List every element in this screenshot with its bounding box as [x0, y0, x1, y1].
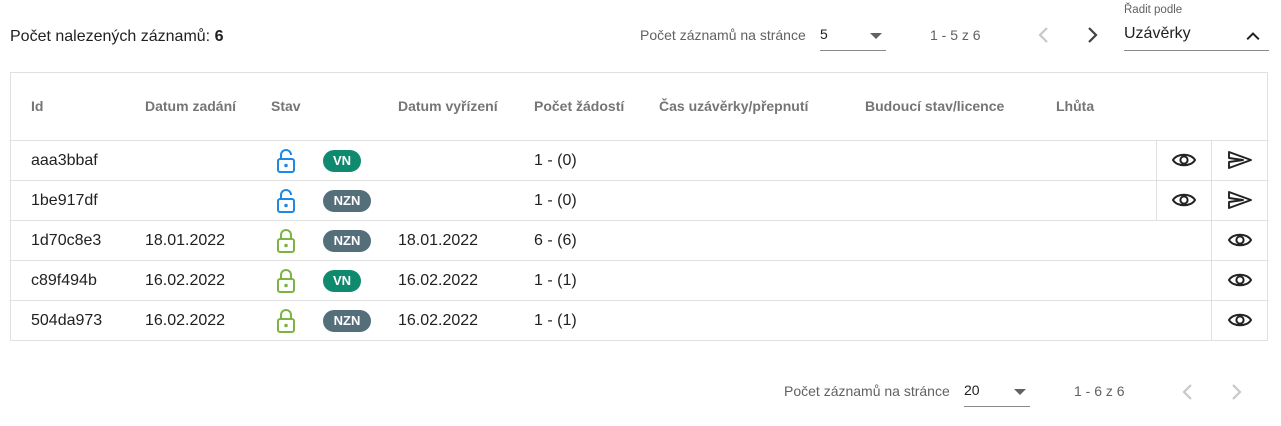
cell-pocet-zadosti: 1 - (1)	[534, 312, 577, 329]
lock-open-icon	[277, 149, 295, 173]
top-toolbar: Počet nalezených záznamů: 6 Počet záznam…	[0, 0, 1281, 72]
cell-id: c89f494b	[31, 272, 97, 289]
cell-pocet-zadosti: 1 - (0)	[534, 152, 577, 169]
table-header: Id Datum zadání Stav Datum vyřízení Poče…	[11, 73, 1267, 141]
header-budouci-stav: Budoucí stav/licence	[865, 98, 1005, 114]
eye-icon[interactable]	[1171, 149, 1197, 171]
table-row[interactable]: aaa3bbaf VN 1 - (0)	[11, 141, 1267, 181]
status-badge: VN	[323, 150, 361, 172]
column-divider	[1211, 261, 1212, 300]
header-id: Id	[31, 98, 44, 114]
per-page-select[interactable]: 5	[820, 24, 886, 51]
header-datum-zadani: Datum zadání	[145, 98, 237, 114]
cell-datum-zadani: 16.02.2022	[145, 312, 226, 329]
cell-pocet-zadosti: 6 - (6)	[534, 232, 577, 249]
column-divider	[1211, 221, 1212, 260]
eye-icon[interactable]	[1227, 229, 1253, 251]
chevron-left-icon[interactable]	[1032, 23, 1056, 47]
eye-icon[interactable]	[1171, 189, 1197, 211]
column-divider	[1211, 301, 1212, 340]
sort-value: Uzávěrky	[1124, 25, 1191, 42]
table-row[interactable]: 504da973 16.02.2022 NZN 16.02.2022 1 - (…	[11, 301, 1267, 340]
status-badge: NZN	[323, 190, 371, 212]
caret-down-icon	[870, 33, 882, 39]
lock-open-icon	[277, 189, 295, 213]
lock-closed-icon	[277, 229, 295, 253]
results-count-label: Počet nalezených záznamů:	[10, 28, 215, 45]
per-page-value: 5	[820, 26, 828, 42]
header-datum-vyrizeni: Datum vyřízení	[398, 98, 498, 114]
table-row[interactable]: 1d70c8e3 18.01.2022 NZN 18.01.2022 6 - (…	[11, 221, 1267, 261]
lock-closed-icon	[277, 309, 295, 333]
column-divider	[1211, 141, 1212, 180]
send-icon[interactable]	[1227, 149, 1253, 171]
sort-label: Řadit podle	[1124, 4, 1183, 16]
status-badge: NZN	[323, 310, 371, 332]
chevron-right-icon[interactable]	[1080, 23, 1104, 47]
column-divider	[1156, 181, 1157, 220]
header-lhuta: Lhůta	[1056, 98, 1095, 114]
header-pocet-zadosti: Počet žádostí	[534, 98, 625, 114]
lock-closed-icon	[277, 269, 295, 293]
cell-id: aaa3bbaf	[31, 152, 98, 169]
eye-icon[interactable]	[1227, 269, 1253, 291]
caret-down-icon	[1014, 389, 1026, 395]
results-count: Počet nalezených záznamů: 6	[10, 28, 223, 46]
results-count-value: 6	[214, 28, 224, 45]
cell-pocet-zadosti: 1 - (0)	[534, 192, 577, 209]
eye-icon[interactable]	[1227, 309, 1253, 331]
column-divider	[1211, 181, 1212, 220]
cell-datum-vyrizeni: 16.02.2022	[398, 312, 479, 329]
page-range: 1 - 6 z 6	[1074, 383, 1125, 399]
chevron-left-icon[interactable]	[1176, 380, 1200, 404]
send-icon[interactable]	[1227, 189, 1253, 211]
chevron-right-icon[interactable]	[1224, 380, 1248, 404]
cell-datum-zadani: 16.02.2022	[145, 272, 226, 289]
requests-table: Id Datum zadání Stav Datum vyřízení Poče…	[10, 72, 1268, 341]
status-badge: VN	[323, 270, 361, 292]
table-row[interactable]: 1be917df NZN 1 - (0)	[11, 181, 1267, 221]
header-stav: Stav	[271, 98, 301, 114]
cell-id: 504da973	[31, 312, 103, 329]
status-badge: NZN	[323, 230, 371, 252]
column-divider	[1156, 141, 1157, 180]
cell-id: 1be917df	[31, 192, 98, 209]
per-page-label: Počet záznamů na stránce	[640, 27, 806, 43]
cell-datum-vyrizeni: 16.02.2022	[398, 272, 479, 289]
per-page-value: 20	[964, 382, 980, 398]
cell-datum-vyrizeni: 18.01.2022	[398, 232, 479, 249]
cell-pocet-zadosti: 1 - (1)	[534, 272, 577, 289]
per-page-label: Počet záznamů na stránce	[784, 383, 950, 399]
per-page-select[interactable]: 20	[964, 380, 1030, 407]
chevron-up-icon	[1246, 32, 1260, 41]
page-range: 1 - 5 z 6	[930, 27, 981, 43]
cell-datum-zadani: 18.01.2022	[145, 232, 226, 249]
table-row[interactable]: c89f494b 16.02.2022 VN 16.02.2022 1 - (1…	[11, 261, 1267, 301]
sort-select[interactable]: Uzávěrky	[1124, 20, 1269, 51]
cell-id: 1d70c8e3	[31, 232, 102, 249]
header-cas-uzaverky: Čas uzávěrky/přepnutí	[659, 98, 809, 114]
